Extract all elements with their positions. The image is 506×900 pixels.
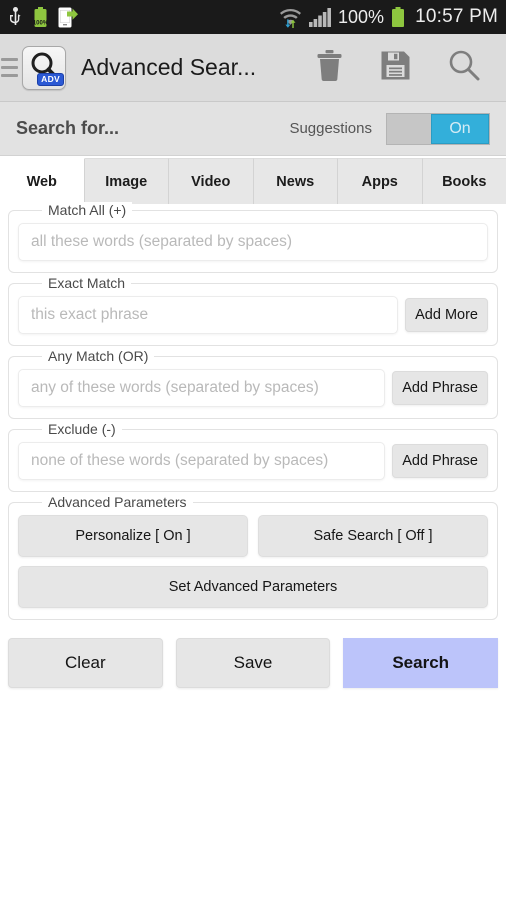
battery-icon (391, 6, 405, 28)
app-icon-badge: ADV (37, 72, 64, 86)
suggestions-label: Suggestions (289, 120, 372, 137)
save-button[interactable]: Save (175, 638, 331, 688)
field-legend: Advanced Parameters (42, 494, 193, 510)
field-group-any-match: Any Match (OR) Add Phrase (8, 348, 498, 419)
tab-label: Image (105, 173, 148, 190)
field-row: Add Phrase (18, 369, 488, 407)
tab-label: Apps (361, 173, 398, 190)
exact-match-input[interactable] (18, 296, 399, 334)
suggestions-toggle-state: On (431, 113, 489, 144)
advanced-toggles-row: Personalize [ On ] Safe Search [ Off ] (18, 515, 488, 557)
action-bar: ADV Advanced Sear... (0, 34, 506, 102)
action-bar-actions (316, 49, 506, 86)
any-match-input[interactable] (18, 369, 386, 407)
personalize-button[interactable]: Personalize [ On ] (18, 515, 248, 557)
status-bar-right: 100% 10:57 PM (279, 6, 498, 28)
tab-label: Video (191, 173, 231, 190)
clear-button[interactable]: Clear (8, 638, 163, 688)
hamburger-line (1, 58, 18, 61)
search-for-label: Search for... (16, 118, 120, 138)
field-group-advanced-parameters: Advanced Parameters Personalize [ On ] S… (8, 494, 498, 620)
tab-label: Books (442, 173, 487, 190)
field-legend: Exact Match (42, 275, 132, 291)
search-for-bar: Search for... Suggestions On (0, 102, 506, 156)
battery-percent-label: 100% (338, 6, 385, 27)
tab-web[interactable]: Web (0, 158, 85, 204)
tab-video[interactable]: Video (169, 158, 254, 204)
tab-books[interactable]: Books (422, 158, 506, 204)
signal-bars-icon (309, 7, 332, 27)
suggestions-toggle[interactable]: On (386, 112, 490, 145)
file-transfer-icon (58, 7, 78, 28)
field-group-exact-match: Exact Match Add More (8, 275, 498, 346)
clock-label: 10:57 PM (415, 6, 498, 27)
exact-match-add-button[interactable]: Add More (405, 298, 488, 332)
battery-charging-icon: 100% (33, 6, 48, 28)
app-root: 100% 100% 10:57 PM ADV Advanced Sear... … (0, 0, 506, 900)
search-form: Match All (+) Exact Match Add More Any M… (0, 202, 506, 620)
status-bar-left: 100% (8, 6, 78, 28)
field-legend: Any Match (OR) (42, 348, 155, 364)
search-button[interactable]: Search (343, 638, 499, 688)
field-group-exclude: Exclude (-) Add Phrase (8, 421, 498, 492)
field-legend: Match All (+) (42, 202, 133, 218)
tab-bar: Web Image Video News Apps Books (0, 156, 506, 204)
app-icon[interactable]: ADV (22, 45, 66, 90)
save-icon[interactable] (381, 51, 410, 85)
set-advanced-parameters-button[interactable]: Set Advanced Parameters (18, 566, 488, 608)
field-row (18, 223, 488, 261)
usb-icon (8, 7, 23, 27)
hamburger-icon[interactable] (1, 58, 18, 77)
hamburger-line (1, 74, 18, 77)
search-icon[interactable] (448, 49, 480, 86)
exclude-add-button[interactable]: Add Phrase (392, 444, 488, 478)
tab-news[interactable]: News (253, 158, 338, 204)
form-actions: Clear Save Search (0, 630, 506, 688)
safe-search-button[interactable]: Safe Search [ Off ] (258, 515, 488, 557)
exclude-input[interactable] (18, 442, 386, 480)
battery-charging-label: 100% (33, 20, 48, 26)
match-all-input[interactable] (18, 223, 488, 261)
tab-label: Web (26, 173, 57, 190)
field-legend: Exclude (-) (42, 421, 122, 437)
delete-icon[interactable] (316, 49, 343, 86)
field-group-match-all: Match All (+) (8, 202, 498, 273)
field-row: Add Phrase (18, 442, 488, 480)
tab-apps[interactable]: Apps (338, 158, 423, 204)
status-bar: 100% 100% 10:57 PM (0, 0, 506, 34)
hamburger-line (1, 66, 18, 69)
suggestions-group: Suggestions On (289, 112, 490, 145)
any-match-add-button[interactable]: Add Phrase (392, 371, 488, 405)
tab-label: News (276, 173, 315, 190)
wifi-transfer-icon (279, 7, 302, 28)
tab-image[interactable]: Image (84, 158, 169, 204)
field-row: Add More (18, 296, 488, 334)
page-title: Advanced Sear... (81, 54, 257, 80)
